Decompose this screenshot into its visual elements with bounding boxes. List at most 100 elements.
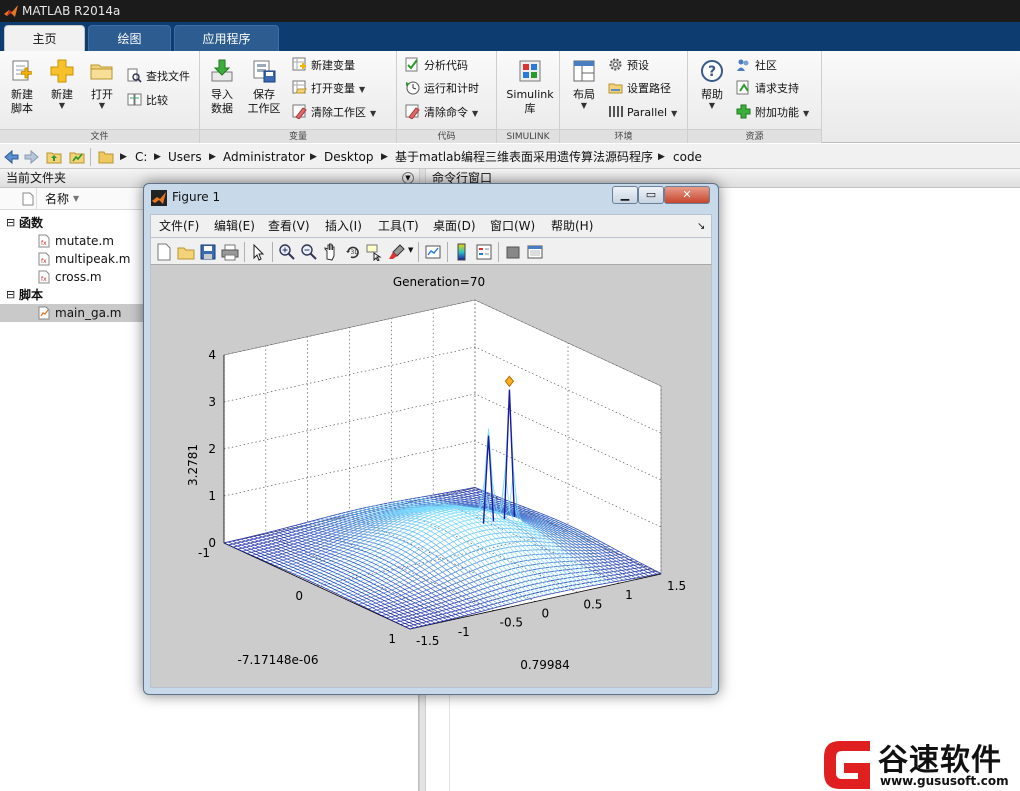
run-and-time-label: 运行和计时: [424, 82, 479, 95]
ribbon-section-file: 新建 脚本 新建 ▼ 打开 ▼ 查找文件 比较 文件: [0, 51, 200, 143]
open-button[interactable]: 打开 ▼: [82, 55, 122, 121]
open-variable-dropdown-icon[interactable]: ▼: [359, 85, 365, 94]
collapse-icon[interactable]: ⊟: [6, 286, 15, 304]
add-ons-button[interactable]: 附加功能 ▼: [736, 103, 809, 123]
simulink-library-button[interactable]: Simulink 库: [505, 55, 555, 121]
close-button[interactable]: ✕: [664, 186, 710, 204]
compare-button[interactable]: 比较: [127, 91, 168, 111]
open-dropdown-icon[interactable]: ▼: [82, 102, 122, 110]
file-name: multipeak.m: [55, 252, 131, 266]
crumb-separator: ▶: [120, 152, 127, 162]
open-icon[interactable]: [177, 243, 195, 261]
collapse-icon[interactable]: ⊟: [6, 214, 15, 232]
crumb-drive[interactable]: C:: [135, 149, 147, 165]
minimize-button[interactable]: ▁: [612, 186, 638, 204]
brush-dropdown-icon[interactable]: ▼: [408, 246, 413, 254]
zoom-in-icon[interactable]: [278, 243, 296, 261]
current-folder-title: 当前文件夹: [6, 171, 67, 185]
insert-legend-icon[interactable]: [475, 243, 493, 261]
open-variable-button[interactable]: 打开变量 ▼: [292, 79, 365, 99]
figure-canvas[interactable]: Generation=70 0 1 2 3 4 -1 0 1 -1.5 -1 -0.5 0 0.5 1 1.…: [150, 265, 712, 688]
tab-apps[interactable]: 应用程序: [174, 25, 279, 51]
link-plot-icon[interactable]: [424, 243, 442, 261]
new-script-button[interactable]: 新建 脚本: [2, 55, 42, 121]
set-path-button[interactable]: 设置路径: [608, 79, 671, 99]
crumb-code[interactable]: code: [673, 149, 702, 165]
new-dropdown-icon[interactable]: ▼: [42, 102, 82, 110]
file-name: main_ga.m: [55, 306, 122, 320]
import-data-label: 导入 数据: [211, 88, 233, 115]
back-arrow-icon[interactable]: [3, 149, 19, 165]
new-variable-button[interactable]: 新建变量: [292, 56, 355, 76]
dock-arrow-icon[interactable]: ↘: [697, 215, 705, 238]
y-axis-label: 0.79984: [520, 658, 570, 672]
parallel-icon: [609, 106, 623, 117]
svg-text:fx: fx: [41, 258, 47, 265]
tab-plots[interactable]: 绘图: [88, 25, 171, 51]
crumb-users[interactable]: Users: [168, 149, 202, 165]
menu-desktop[interactable]: 桌面(D): [433, 215, 476, 238]
new-figure-icon[interactable]: [155, 243, 173, 261]
app-title-bar: MATLAB R2014a: [0, 0, 1020, 22]
rotate-3d-icon[interactable]: 3D: [344, 243, 362, 261]
parallel-dropdown-icon[interactable]: ▼: [671, 109, 677, 118]
clear-commands-button[interactable]: 清除命令 ▼: [405, 103, 478, 123]
crumb-project-folder[interactable]: 基于matlab编程三维表面采用遗传算法源码程序: [395, 149, 653, 165]
crumb-desktop[interactable]: Desktop: [324, 149, 374, 165]
parallel-button[interactable]: Parallel ▼: [608, 103, 677, 123]
maximize-button[interactable]: ▭: [638, 186, 664, 204]
preferences-button[interactable]: 预设: [608, 56, 649, 76]
community-button[interactable]: 社区: [736, 56, 777, 76]
analyze-code-button[interactable]: 分析代码: [405, 56, 468, 76]
add-ons-dropdown-icon[interactable]: ▼: [803, 109, 809, 118]
brush-icon[interactable]: [388, 243, 406, 261]
menu-help[interactable]: 帮助(H): [551, 215, 593, 238]
figure-title-bar[interactable]: Figure 1 ▁ ▭ ✕: [144, 184, 718, 212]
show-plot-tools-icon[interactable]: [526, 243, 544, 261]
zoom-out-icon[interactable]: [300, 243, 318, 261]
menu-edit[interactable]: 编辑(E): [214, 215, 255, 238]
run-and-time-button[interactable]: 运行和计时: [405, 79, 479, 99]
hide-plot-tools-icon[interactable]: [504, 243, 522, 261]
data-cursor-icon[interactable]: [366, 243, 384, 261]
layout-button[interactable]: 布局 ▼: [564, 55, 604, 121]
layout-dropdown-icon[interactable]: ▼: [564, 102, 604, 110]
figure-window[interactable]: Figure 1 ▁ ▭ ✕ 文件(F) 编辑(E) 查看(V) 插入(I) 工…: [143, 183, 719, 695]
menu-window[interactable]: 窗口(W): [490, 215, 535, 238]
layout-label: 布局: [573, 88, 595, 101]
new-button[interactable]: 新建 ▼: [42, 55, 82, 121]
forward-arrow-icon[interactable]: [24, 149, 40, 165]
crumb-administrator[interactable]: Administrator: [223, 149, 305, 165]
new-variable-icon: [292, 57, 306, 71]
compare-label: 比较: [146, 94, 168, 107]
address-divider: [90, 148, 91, 166]
surface-plot[interactable]: Generation=70 01234-101 -1.5-1-0.500.511.…: [151, 265, 711, 688]
menu-file[interactable]: 文件(F): [159, 215, 199, 238]
find-files-button[interactable]: 查找文件: [127, 67, 190, 87]
menu-insert[interactable]: 插入(I): [325, 215, 362, 238]
menu-view[interactable]: 查看(V): [268, 215, 310, 238]
run-and-time-icon: [406, 81, 420, 95]
help-dropdown-icon[interactable]: ▼: [692, 102, 732, 110]
print-icon[interactable]: [221, 243, 239, 261]
ribbon-section-resources: ? 帮助 ▼ 社区 请求支持 附加功能 ▼ 资源: [688, 51, 822, 143]
menu-tools[interactable]: 工具(T): [378, 215, 419, 238]
save-workspace-button[interactable]: 保存 工作区: [244, 55, 284, 121]
insert-colorbar-icon[interactable]: [453, 243, 471, 261]
browse-folder-icon[interactable]: [69, 149, 85, 165]
request-support-button[interactable]: 请求支持: [736, 79, 799, 99]
import-data-button[interactable]: 导入 数据: [202, 55, 242, 121]
analyze-code-label: 分析代码: [424, 59, 468, 72]
edit-plot-icon[interactable]: [250, 243, 268, 261]
clear-commands-dropdown-icon[interactable]: ▼: [472, 109, 478, 118]
clear-workspace-button[interactable]: 清除工作区 ▼: [292, 103, 376, 123]
x-tick-label: 0: [295, 589, 303, 603]
tab-home[interactable]: 主页: [4, 25, 85, 51]
help-button[interactable]: ? 帮助 ▼: [692, 55, 732, 121]
app-title: MATLAB R2014a: [22, 4, 121, 18]
pan-icon[interactable]: [322, 243, 340, 261]
up-folder-icon[interactable]: [46, 149, 62, 165]
save-icon[interactable]: [199, 243, 217, 261]
x-axis-label: -7.17148e-06: [238, 653, 319, 667]
clear-workspace-dropdown-icon[interactable]: ▼: [370, 109, 376, 118]
